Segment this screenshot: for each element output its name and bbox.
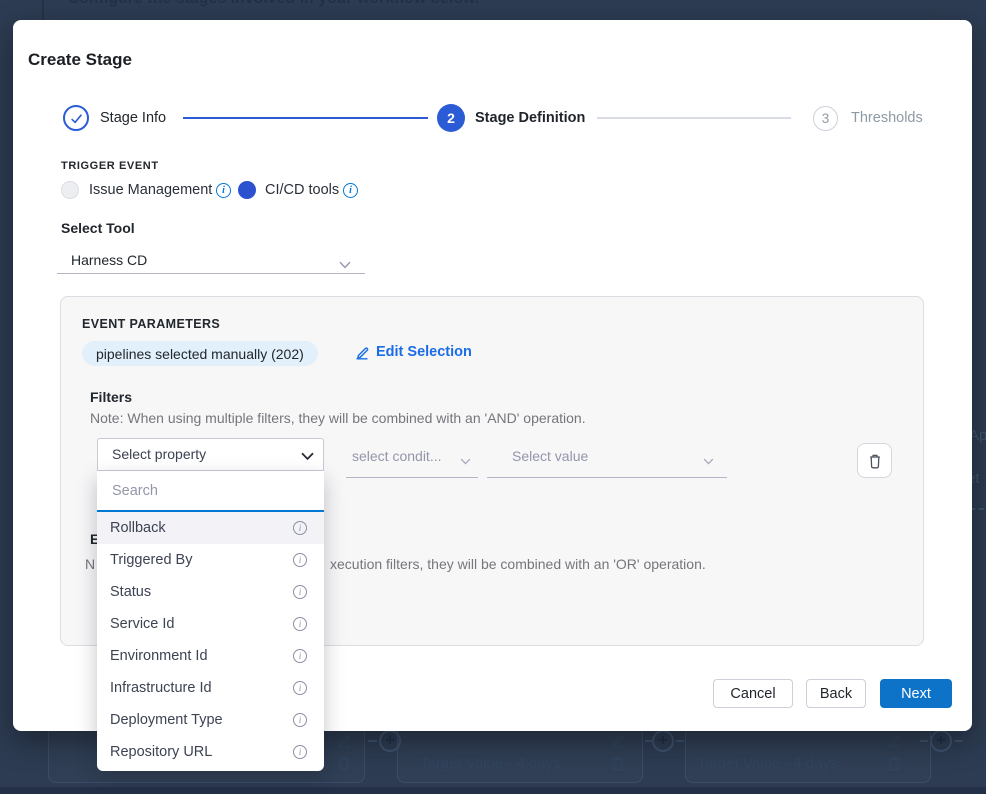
dropdown-option-triggered-by[interactable]: Triggered By [97,544,324,576]
trash-icon [887,755,901,776]
screen: Configure the stages involved in your wo… [0,0,986,794]
step-active-circle[interactable]: 2 [437,104,465,132]
edit-icon [886,733,901,753]
option-label: Triggered By [110,552,192,568]
step-upcoming-circle[interactable]: 3 [813,106,838,131]
condition-select-underline [346,477,478,478]
edit-selection-label: Edit Selection [376,344,472,360]
dropdown-option-rollback[interactable]: Rollback [97,512,324,544]
option-label: Repository URL [110,744,212,760]
select-tool-label: Select Tool [61,220,135,236]
step-label-stage-definition[interactable]: Stage Definition [475,110,585,126]
dropdown-option-environment-id[interactable]: Environment Id [97,640,324,672]
option-label: Environment Id [110,648,208,664]
trigger-event-label: TRIGGER EVENT [61,160,159,172]
condition-select-placeholder[interactable]: select condit... [352,448,442,464]
chevron-down-icon[interactable] [703,452,714,470]
connector-dash [676,740,684,742]
chevron-down-icon[interactable] [460,452,471,470]
info-icon[interactable] [216,183,231,198]
trash-icon [868,453,882,469]
stepper-connector [597,117,791,119]
modal-title: Create Stage [28,50,132,70]
next-button[interactable]: Next [880,679,952,708]
info-icon[interactable] [293,617,307,631]
tool-select-underline [57,273,365,274]
info-icon[interactable] [293,521,307,535]
radio-issue-management[interactable] [61,181,79,199]
delete-filter-button[interactable] [857,443,892,478]
edit-selection-link[interactable]: Edit Selection [355,344,472,360]
background-bottom-strip [0,787,986,794]
filters-note: Note: When using multiple filters, they … [90,410,586,426]
filters-heading: Filters [90,389,132,405]
dropdown-option-deployment-type[interactable]: Deployment Type [97,704,324,736]
info-icon[interactable] [293,649,307,663]
edit-icon [355,345,370,360]
info-icon[interactable] [293,585,307,599]
check-icon [70,113,83,124]
execution-note-fragment-end: xecution filters, they will be combined … [330,556,706,572]
value-select-underline [487,477,727,478]
option-label: Service Id [110,616,174,632]
threshold-card-2-label: Target Value - 4 days [697,755,838,772]
edit-icon [336,733,351,753]
add-stage-icon [652,730,674,752]
info-icon[interactable] [293,681,307,695]
step-label-thresholds[interactable]: Thresholds [851,110,923,126]
dropdown-option-status[interactable]: Status [97,576,324,608]
radio-label-cicd-tools[interactable]: CI/CD tools [265,182,339,198]
background-page-heading: Configure the stages involved in your wo… [68,0,479,8]
dropdown-option-repository-url[interactable]: Repository URL [97,736,324,768]
info-icon[interactable] [293,713,307,727]
cancel-button[interactable]: Cancel [713,679,793,708]
info-icon[interactable] [343,183,358,198]
trash-icon [611,755,625,776]
selection-badge: pipelines selected manually (202) [82,341,318,366]
option-label: Status [110,584,151,600]
add-stage-icon [930,730,952,752]
tool-select-value[interactable]: Harness CD [71,252,147,268]
background-edge-dashed-line [970,508,984,510]
info-icon[interactable] [293,745,307,759]
connector-dash [955,740,963,742]
option-label: Deployment Type [110,712,223,728]
property-dropdown-menu: Rollback Triggered By Status Service Id … [97,471,324,771]
edit-icon [610,733,625,753]
chevron-down-icon[interactable] [301,448,314,466]
stepper-connector [183,117,428,119]
dropdown-option-infrastructure-id[interactable]: Infrastructure Id [97,672,324,704]
back-button[interactable]: Back [806,679,866,708]
step-complete-circle[interactable] [63,105,89,131]
step-label-stage-info[interactable]: Stage Info [100,110,166,126]
add-stage-icon [379,730,401,752]
chevron-down-icon[interactable] [339,256,351,274]
trash-icon [337,755,351,776]
threshold-card-1-label: Target Value - 4 days [420,755,561,772]
dropdown-search[interactable] [97,471,324,512]
option-label: Rollback [110,520,166,536]
event-parameters-heading: EVENT PARAMETERS [82,317,220,331]
background-divider [42,0,44,21]
connector-dash [920,740,928,742]
connector-dash [368,740,377,742]
connector-dash [645,740,652,742]
radio-cicd-tools[interactable] [238,181,256,199]
execution-note-fragment-start: N [85,556,95,572]
info-icon[interactable] [293,553,307,567]
search-input[interactable] [112,483,309,499]
property-select-placeholder: Select property [112,446,206,462]
option-label: Infrastructure Id [110,680,212,696]
radio-label-issue-management[interactable]: Issue Management [89,182,212,198]
dropdown-option-service-id[interactable]: Service Id [97,608,324,640]
value-select-placeholder[interactable]: Select value [512,448,588,464]
